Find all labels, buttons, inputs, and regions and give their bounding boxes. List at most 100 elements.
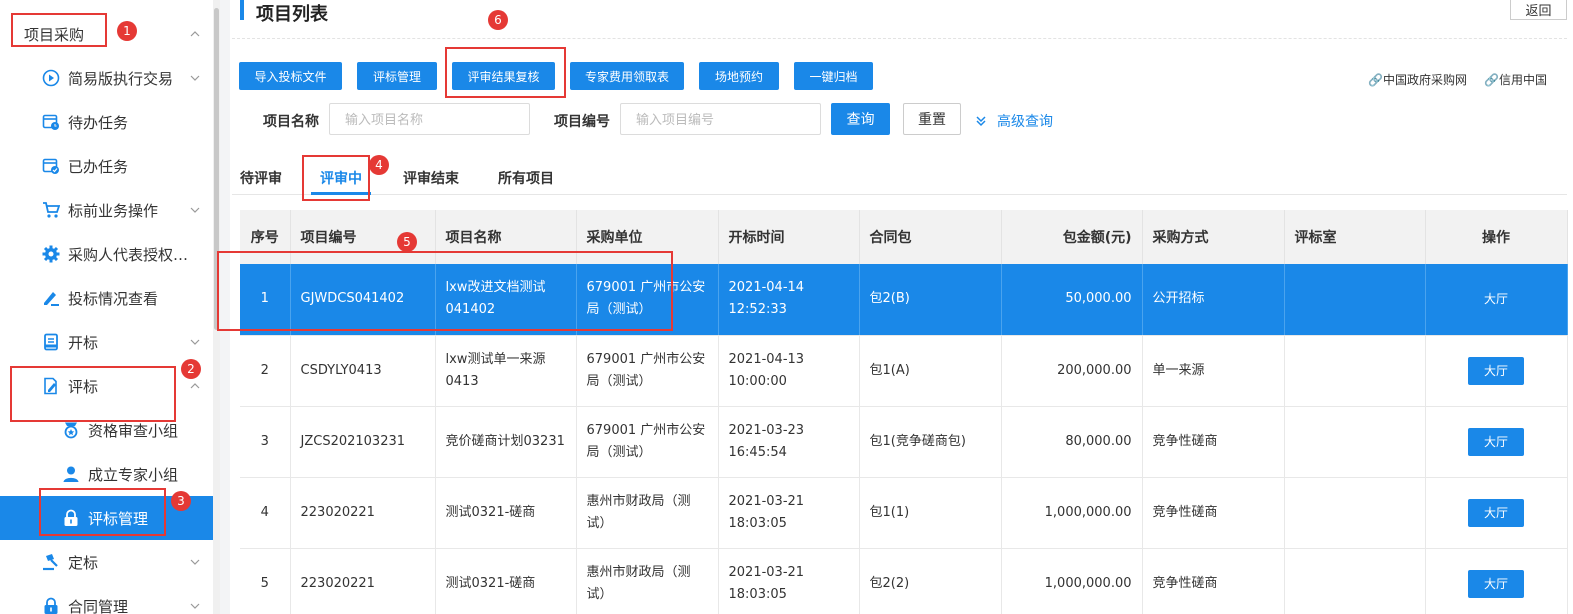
sidebar-item-label: 已办任务 [68, 157, 129, 176]
query-button[interactable]: 查询 [831, 103, 890, 135]
project-code-label: 项目编号 [554, 114, 610, 130]
annotation-marker-4: 4 [369, 155, 389, 175]
sidebar-item-todo[interactable]: 待办任务 [0, 100, 213, 144]
ccgp-link[interactable]: 🔗中国政府采购网 [1368, 71, 1467, 88]
cell-project-code: 223020221 [290, 548, 436, 614]
cell-package: 包2(B) [859, 264, 1002, 336]
cell-index: 5 [240, 548, 291, 614]
sidebar-item-label: 简易版执行交易 [68, 69, 174, 88]
badge-icon [62, 421, 80, 439]
chevron-down-icon [190, 207, 200, 213]
cell-amount: 80,000.00 [1001, 406, 1143, 478]
column-header: 包金额(元) [1001, 210, 1143, 264]
cell-purchaser: 679001 广州市公安局（测试） [576, 406, 719, 478]
cell-open-time: 2021-04-13 10:00:00 [718, 335, 860, 407]
annotation-box-1 [11, 13, 107, 47]
chevron-down-icon [190, 75, 200, 81]
cell-project-name: 测试0321-磋商 [435, 548, 577, 614]
cell-action: 大厅 [1425, 477, 1568, 549]
chevron-down-icon [190, 603, 200, 609]
cell-room [1284, 335, 1426, 407]
table-row[interactable]: 2 CSDYLY0413 lxw测试单一来源0413 679001 广州市公安局（测试… [240, 335, 1568, 407]
tab-pending-review[interactable]: 待评审 [240, 168, 282, 188]
sidebar-item-label: 成立专家小组 [88, 465, 179, 484]
tab-review-finished[interactable]: 评审结束 [403, 168, 459, 188]
table-row[interactable]: 3 JZCS202103231 竞价磋商计划03231 679001 广州市公安局（测… [240, 406, 1568, 478]
sidebar-item-label: 定标 [68, 553, 99, 572]
page-title: 项目列表 [256, 4, 328, 25]
cell-room [1284, 477, 1426, 549]
done-calendar-icon [42, 157, 60, 175]
cell-method: 竞争性磋商 [1142, 406, 1285, 478]
advanced-search-toggle[interactable]: 高级查询 [975, 111, 1053, 131]
sidebar-item-done[interactable]: 已办任务 [0, 144, 213, 188]
table-row[interactable]: 5 223020221 测试0321-磋商 惠州市财政局（测试） 2021-03-21 … [240, 548, 1568, 614]
lock-icon [42, 597, 60, 614]
credit-china-link[interactable]: 🔗信用中国 [1484, 71, 1547, 88]
one-click-archive-button[interactable]: 一键归档 [794, 62, 873, 90]
cell-index: 2 [240, 335, 291, 407]
cell-purchaser: 惠州市财政局（测试） [576, 548, 719, 614]
cell-amount: 1,000,000.00 [1001, 548, 1143, 614]
cell-project-code: JZCS202103231 [290, 406, 436, 478]
cell-room [1284, 548, 1426, 614]
sidebar-item-bid-opening[interactable]: 开标 [0, 320, 213, 364]
hall-button[interactable]: 大厅 [1468, 356, 1524, 385]
hall-button[interactable]: 大厅 [1468, 498, 1524, 527]
back-button[interactable]: 返回 [1510, 0, 1567, 20]
sidebar-item-award[interactable]: 定标 [0, 540, 213, 584]
sidebar-item-label: 资格审查小组 [88, 421, 179, 440]
annotation-box-2 [10, 366, 176, 422]
cell-method: 公开招标 [1142, 264, 1285, 336]
sidebar-item-purchaser-auth[interactable]: 采购人代表授权… [0, 232, 213, 276]
hall-button[interactable]: 大厅 [1468, 569, 1524, 598]
cell-amount: 200,000.00 [1001, 335, 1143, 407]
table-row[interactable]: 4 223020221 测试0321-磋商 惠州市财政局（测试） 2021-03-21 … [240, 477, 1568, 549]
chevron-down-icon [190, 339, 200, 345]
cell-package: 包1(A) [859, 335, 1002, 407]
link-icon: 🔗 [1368, 73, 1383, 87]
play-circle-icon [42, 69, 60, 87]
sidebar-item-simple-execution[interactable]: 简易版执行交易 [0, 56, 213, 100]
project-name-input[interactable] [329, 103, 530, 135]
credit-china-link-label: 信用中国 [1498, 73, 1547, 87]
tab-all-projects[interactable]: 所有项目 [498, 168, 554, 188]
sidebar-item-label: 投标情况查看 [68, 289, 159, 308]
user-icon [62, 465, 80, 483]
cell-amount: 50,000.00 [1001, 264, 1143, 336]
cell-action: 大厅 [1425, 548, 1568, 614]
annotation-marker-6: 6 [488, 10, 508, 30]
tab-bar-divider [232, 194, 1567, 195]
annotation-marker-3: 3 [171, 491, 191, 511]
sidebar-item-contract[interactable]: 合同管理 [0, 584, 213, 614]
column-header: 合同包 [859, 210, 1002, 264]
venue-booking-button[interactable]: 场地预约 [699, 62, 779, 90]
hall-button[interactable]: 大厅 [1468, 427, 1524, 456]
sidebar-item-bid-view[interactable]: 投标情况查看 [0, 276, 213, 320]
column-header: 操作 [1425, 210, 1568, 264]
evaluation-management-button[interactable]: 评标管理 [357, 62, 437, 90]
cell-project-code: CSDYLY0413 [290, 335, 436, 407]
column-header: 开标时间 [718, 210, 860, 264]
import-bid-file-button[interactable]: 导入投标文件 [239, 62, 342, 90]
cell-room [1284, 264, 1426, 336]
link-icon: 🔗 [1484, 73, 1499, 87]
cell-method: 竞争性磋商 [1142, 477, 1285, 549]
chevron-up-icon [190, 383, 200, 389]
cell-action: 大厅 [1425, 406, 1568, 478]
hall-button[interactable]: 大厅 [1468, 285, 1524, 313]
expert-fee-form-button[interactable]: 专家费用领取表 [570, 62, 684, 90]
document-icon [42, 333, 60, 351]
cell-package: 包1(1) [859, 477, 1002, 549]
cell-project-name: lxw测试单一来源0413 [435, 335, 577, 407]
sidebar-item-pre-bid[interactable]: 标前业务操作 [0, 188, 213, 232]
cell-open-time: 2021-03-21 18:03:05 [718, 548, 860, 614]
annotation-box-5 [217, 251, 673, 331]
chevron-down-icon [190, 559, 200, 565]
sidebar-item-label: 待办任务 [68, 113, 129, 132]
chevron-up-icon [190, 31, 200, 37]
reset-button[interactable]: 重置 [903, 103, 961, 135]
sidebar-item-label: 采购人代表授权… [68, 245, 189, 264]
annotation-box-6 [445, 47, 566, 98]
project-code-input[interactable] [620, 103, 821, 135]
